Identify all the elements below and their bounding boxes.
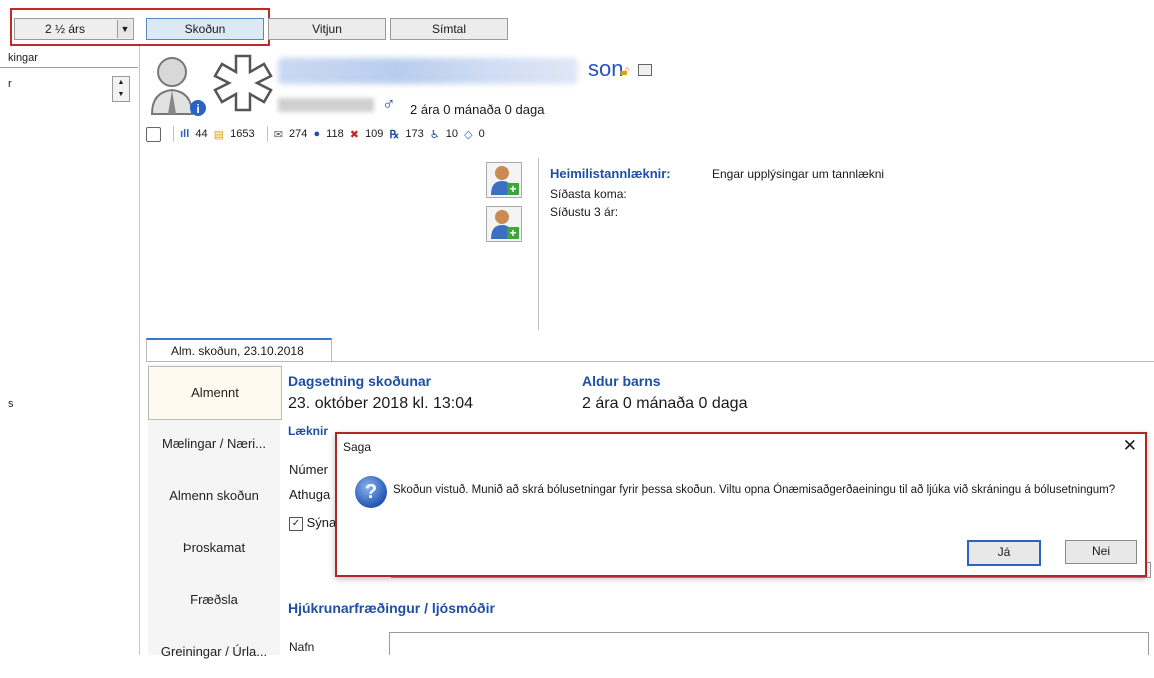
last-3-years-label: Síðustu 3 ár: [550, 205, 619, 219]
mail-icon[interactable]: ✉ [274, 128, 283, 141]
nav-item-almenn-skodun[interactable]: Almenn skoðun [148, 470, 280, 522]
doctor-section-label: Læknir [288, 424, 329, 438]
left-panel [0, 46, 140, 655]
exam-date-value: 23. október 2018 kl. 13:04 [288, 395, 474, 412]
counter-prescriptions[interactable]: 173 [405, 128, 423, 140]
svg-text:+: + [509, 182, 516, 196]
exam-date-label: Dagsetning skoðunar [288, 373, 432, 389]
counter-info[interactable]: 118 [326, 128, 344, 140]
spinner-down-icon[interactable]: ▼ [113, 89, 129, 101]
document-icon[interactable]: ▤ [214, 128, 224, 141]
svg-text:i: i [196, 102, 199, 116]
tab-vitjun[interactable]: Vitjun [268, 18, 386, 40]
question-icon: ? [355, 476, 387, 508]
left-panel-label-2: s [8, 398, 14, 410]
left-panel-label: r [8, 78, 12, 90]
tab-exam[interactable]: Alm. skoðun, 23.10.2018 [146, 338, 332, 362]
age-interval-select[interactable]: 2 ½ árs ▼ [14, 18, 134, 40]
chevron-down-icon[interactable]: ▼ [117, 20, 132, 38]
counter-bar: ıll 44 ▤ 1653 ✉ 274 ● 118 ✖ 109 ℞ 173 ♿︎… [146, 126, 1146, 150]
athuga-label: Athuga [289, 487, 331, 502]
add-dentist-button[interactable]: + [486, 162, 522, 198]
counter-family[interactable]: 44 [195, 128, 207, 140]
tab-simtal[interactable]: Símtal [390, 18, 508, 40]
medical-star-icon [212, 52, 274, 114]
confirm-dialog: Saga ✕ ? Skoðun vistuð. Munið að skrá bó… [335, 432, 1147, 577]
prescription-icon[interactable]: ℞ [389, 128, 399, 141]
left-panel-header: kingar [0, 52, 138, 68]
dialog-title: Saga [343, 440, 372, 454]
edit-note-icon[interactable] [638, 64, 652, 76]
counter-documents[interactable]: 1653 [230, 128, 254, 140]
svg-text:+: + [509, 226, 516, 240]
nav-item-almennt[interactable]: Almennt [148, 366, 282, 420]
patient-name-redacted [278, 58, 578, 84]
counter-accessibility[interactable]: 10 [446, 128, 458, 140]
add-contact-button[interactable]: + [486, 206, 522, 242]
patient-age: 2 ára 0 mánaða 0 daga [410, 102, 545, 117]
child-age-label: Aldur barns [582, 373, 661, 389]
spinner[interactable]: ▲ ▼ [112, 76, 130, 102]
tab-skodun[interactable]: Skoðun [146, 18, 264, 40]
wheelchair-icon[interactable]: ♿︎ [430, 128, 440, 141]
counter-other[interactable]: 0 [479, 128, 485, 140]
section-nav: Almennt Mælingar / Næri... Almenn skoðun… [148, 364, 282, 659]
close-icon[interactable]: ✕ [1123, 436, 1137, 456]
calendar-icon[interactable] [146, 126, 161, 142]
nav-item-maelingar[interactable]: Mælingar / Næri... [148, 418, 280, 470]
nav-item-throskamat[interactable]: Þroskamat [148, 522, 280, 574]
spinner-up-icon[interactable]: ▲ [113, 77, 129, 89]
counter-mail[interactable]: 274 [289, 128, 307, 140]
patient-avatar-icon: i [146, 52, 210, 118]
numer-label: Númer [289, 462, 329, 477]
yes-button[interactable]: Já [967, 540, 1041, 566]
child-age-value: 2 ára 0 mánaða 0 daga [582, 395, 748, 412]
error-icon[interactable]: ✖ [350, 128, 359, 141]
family-icon[interactable]: ıll [180, 128, 189, 140]
nav-item-greiningar[interactable]: Greiningar / Úrla... [148, 626, 280, 678]
syna-checkbox[interactable]: ✓ Sýna [289, 515, 336, 531]
check-icon[interactable]: ✓ [289, 516, 303, 531]
dentist-value: Engar upplýsingar um tannlækni [712, 167, 885, 181]
male-icon: ♂ [382, 94, 396, 114]
no-button[interactable]: Nei [1065, 540, 1137, 564]
nav-item-fraedsla[interactable]: Fræðsla [148, 574, 280, 626]
nurse-section-label: Hjúkrunarfræðingur / ljósmóðir [288, 600, 495, 616]
dentist-label: Heimilistannlæknir: [550, 166, 671, 181]
patient-id-redacted [278, 98, 374, 112]
nafn-label: Nafn [289, 640, 315, 654]
syna-label: Sýna [306, 515, 337, 530]
age-interval-value: 2 ½ árs [44, 22, 86, 36]
diamond-icon[interactable]: ◇ [464, 128, 472, 141]
divider [538, 158, 539, 330]
patient-name: son [588, 56, 624, 81]
info-icon[interactable]: ● [313, 128, 320, 140]
nafn-field[interactable] [389, 632, 1149, 655]
last-visit-label: Síðasta koma: [550, 187, 627, 201]
lock-icon[interactable]: 🔓︎ [620, 62, 629, 79]
tab-line [146, 361, 1154, 362]
counter-errors[interactable]: 109 [365, 128, 383, 140]
dialog-message: Skoðun vistuð. Munið að skrá bólusetning… [393, 484, 1116, 496]
